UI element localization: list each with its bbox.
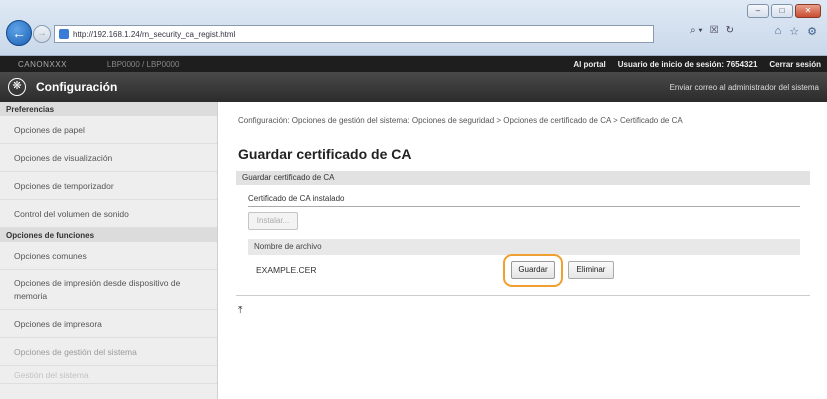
file-name-header: Nombre de archivo <box>248 239 800 255</box>
address-tools: ⌕ ▾ ☒ ↻ <box>690 25 734 36</box>
minimize-button[interactable]: – <box>747 4 769 18</box>
device-model: LBP0000 / LBP0000 <box>106 59 180 69</box>
sidebar: Preferencias Opciones de papel Opciones … <box>0 102 218 399</box>
forward-arrow-icon[interactable]: → <box>33 25 51 43</box>
browser-right-icons: ⌂ ☆ ⚙ <box>775 25 817 38</box>
maximize-button[interactable]: □ <box>771 4 793 18</box>
divider <box>236 295 810 296</box>
sidebar-item-volume[interactable]: Control del volumen de sonido <box>0 200 217 228</box>
sidebar-item-timer[interactable]: Opciones de temporizador <box>0 172 217 200</box>
delete-button[interactable]: Eliminar <box>568 261 614 279</box>
page-icon <box>59 29 69 39</box>
save-button[interactable]: Guardar <box>511 261 555 279</box>
login-user-id: 7654321 <box>726 59 758 69</box>
compatibility-icon[interactable]: ☒ <box>710 25 719 36</box>
logout-link[interactable]: Cerrar sesión <box>769 60 821 69</box>
back-arrow-icon[interactable]: ← <box>6 20 32 46</box>
home-icon[interactable]: ⌂ <box>775 25 782 38</box>
main-content: Configuración: Opciones de gestión del s… <box>230 102 820 399</box>
sidebar-item-system-management[interactable]: Gestión del sistema <box>0 366 217 384</box>
star-icon[interactable]: ☆ <box>789 25 799 38</box>
browser-chrome: – □ ✕ ← → http://192.168.1.24/rn_securit… <box>0 0 827 56</box>
sidebar-item-paper[interactable]: Opciones de papel <box>0 116 217 144</box>
sidebar-section-functions: Opciones de funciones <box>0 228 217 242</box>
login-user-info: Usuario de inicio de sesión: 7654321 <box>618 60 758 69</box>
url-text: http://192.168.1.24/rn_security_ca_regis… <box>73 29 236 39</box>
section-header: Guardar certificado de CA <box>236 171 810 185</box>
file-name-value: EXAMPLE.CER <box>256 265 317 275</box>
header-title: Configuración <box>36 80 118 94</box>
breadcrumb: Configuración: Opciones de gestión del s… <box>238 116 683 125</box>
top-bar: CANONXXX LBP0000 / LBP0000 Al portal Usu… <box>0 56 827 72</box>
page-header: ❋ Configuración Enviar correo al adminis… <box>0 72 827 102</box>
scroll-top-icon[interactable]: ⤒ <box>238 305 242 316</box>
settings-icon[interactable]: ⚙ <box>807 25 817 38</box>
device-name: CANONXXX <box>18 59 67 69</box>
login-user-label: Usuario de inicio de sesión: <box>617 59 725 69</box>
sidebar-item-printer[interactable]: Opciones de impresora <box>0 310 217 338</box>
settings-gear-icon: ❋ <box>8 78 26 96</box>
sidebar-item-common[interactable]: Opciones comunes <box>0 242 217 270</box>
address-bar[interactable]: http://192.168.1.24/rn_security_ca_regis… <box>54 25 654 43</box>
close-window-button[interactable]: ✕ <box>795 4 821 18</box>
sidebar-item-display[interactable]: Opciones de visualización <box>0 144 217 172</box>
top-bar-links: Al portal Usuario de inicio de sesión: 7… <box>573 60 821 69</box>
subsection-header: Certificado de CA instalado <box>248 194 800 207</box>
sidebar-item-system-management-options[interactable]: Opciones de gestión del sistema <box>0 338 217 366</box>
mail-admin-link[interactable]: Enviar correo al administrador del siste… <box>670 83 819 92</box>
refresh-icon[interactable]: ↻ <box>726 25 734 36</box>
window-controls: – □ ✕ <box>747 4 821 18</box>
search-dropdown-icon[interactable]: ⌕ ▾ <box>690 25 703 36</box>
sidebar-section-preferences: Preferencias <box>0 102 217 116</box>
sidebar-item-memory-print[interactable]: Opciones de impresión desde dispositivo … <box>0 270 217 310</box>
portal-link[interactable]: Al portal <box>573 60 605 69</box>
install-button[interactable]: Instalar... <box>248 212 298 230</box>
page-title: Guardar certificado de CA <box>238 146 412 162</box>
